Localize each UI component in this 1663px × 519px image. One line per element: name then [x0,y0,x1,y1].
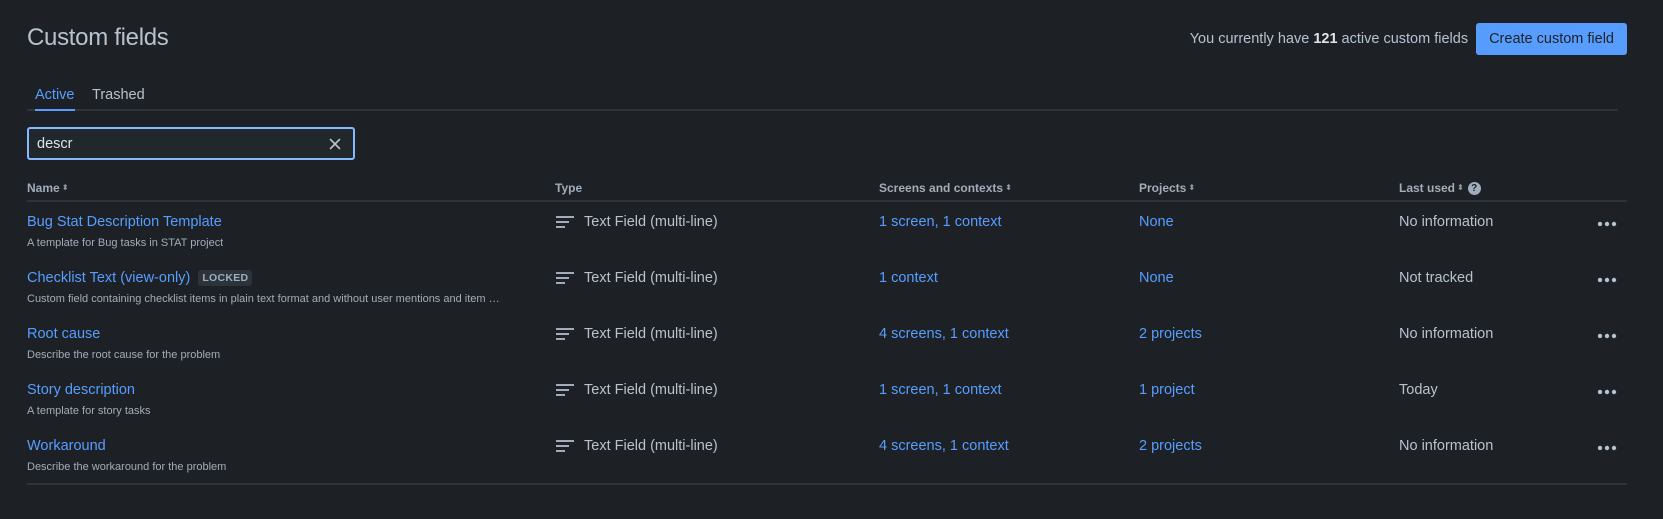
screens-contexts-link[interactable]: 1 context [879,270,938,286]
table-row: Workaround Describe the workaround for t… [27,426,1627,482]
search-input[interactable] [37,135,325,152]
tab-active[interactable]: Active [35,87,75,111]
field-name-link[interactable]: Story description [27,382,135,398]
field-description: Custom field containing checklist items … [27,293,500,305]
last-used-value: No information [1399,326,1494,342]
page-title: Custom fields [27,24,169,51]
last-used-value: Today [1399,382,1438,398]
field-description: A template for Bug tasks in STAT project [27,237,224,249]
field-name-link[interactable]: Workaround [27,438,106,454]
field-name-link[interactable]: Checklist Text (view-only) LOCKED [27,270,253,286]
more-actions-icon[interactable] [1595,380,1619,404]
column-header-screens[interactable]: Screens and contexts ⬍ [879,181,1012,195]
projects-link[interactable]: 2 projects [1139,438,1202,454]
column-header-name[interactable]: Name ⬍ [27,181,68,195]
projects-link[interactable]: None [1139,214,1174,230]
text-field-icon [556,272,574,284]
custom-fields-table: Name ⬍ Type Screens and contexts ⬍ Project… [27,178,1627,482]
field-type: Text Field (multi-line) [555,326,718,342]
custom-fields-page: Custom fields You currently have 121 act… [0,0,1663,519]
field-type: Text Field (multi-line) [555,382,718,398]
more-actions-icon[interactable] [1595,268,1619,292]
screens-contexts-link[interactable]: 1 screen, 1 context [879,214,1002,230]
tab-bar: Active Trashed [27,78,1618,111]
field-type: Text Field (multi-line) [555,214,718,230]
create-custom-field-button[interactable]: Create custom field [1476,23,1627,55]
screens-contexts-link[interactable]: 4 screens, 1 context [879,438,1009,454]
field-description: Describe the workaround for the problem [27,461,227,473]
column-header-type: Type [555,181,583,195]
table-bottom-divider [27,483,1627,485]
last-used-value: Not tracked [1399,270,1474,286]
search-box [27,127,355,160]
field-type: Text Field (multi-line) [555,270,718,286]
text-field-icon [556,216,574,228]
field-description: Describe the root cause for the problem [27,349,221,361]
text-field-icon [556,384,574,396]
field-name-link[interactable]: Bug Stat Description Template [27,214,222,230]
locked-badge: LOCKED [198,270,253,286]
table-row: Story description A template for story t… [27,370,1627,426]
close-icon[interactable] [325,134,345,154]
text-field-icon [556,440,574,452]
sort-icon: ⬍ [1457,183,1464,192]
field-description: A template for story tasks [27,405,151,417]
column-header-projects[interactable]: Projects ⬍ [1139,181,1195,195]
table-row: Bug Stat Description Template A template… [27,202,1627,258]
more-actions-icon[interactable] [1595,436,1619,460]
sort-icon: ⬍ [1005,183,1012,192]
table-header: Name ⬍ Type Screens and contexts ⬍ Project… [27,178,1627,202]
screens-contexts-link[interactable]: 1 screen, 1 context [879,382,1002,398]
field-name-link[interactable]: Root cause [27,326,100,342]
more-actions-icon[interactable] [1595,212,1619,236]
active-count-value: 121 [1313,31,1338,47]
sort-icon: ⬍ [61,183,69,192]
tab-trashed[interactable]: Trashed [92,87,145,103]
table-row: Root cause Describe the root cause for t… [27,314,1627,370]
sort-icon: ⬍ [1188,183,1196,192]
column-header-last-used[interactable]: Last used ⬍? [1399,181,1481,195]
text-field-icon [556,328,574,340]
table-row: Checklist Text (view-only) LOCKED Custom … [27,258,1627,314]
active-count-text: You currently have 121 active custom fie… [1189,31,1469,47]
more-actions-icon[interactable] [1595,324,1619,348]
projects-link[interactable]: 2 projects [1139,326,1202,342]
projects-link[interactable]: None [1139,270,1174,286]
projects-link[interactable]: 1 project [1139,382,1195,398]
help-icon[interactable]: ? [1467,181,1481,195]
field-type: Text Field (multi-line) [555,438,718,454]
header-actions: You currently have 121 active custom fie… [1190,23,1627,55]
last-used-value: No information [1399,438,1494,454]
last-used-value: No information [1399,214,1494,230]
screens-contexts-link[interactable]: 4 screens, 1 context [879,326,1009,342]
